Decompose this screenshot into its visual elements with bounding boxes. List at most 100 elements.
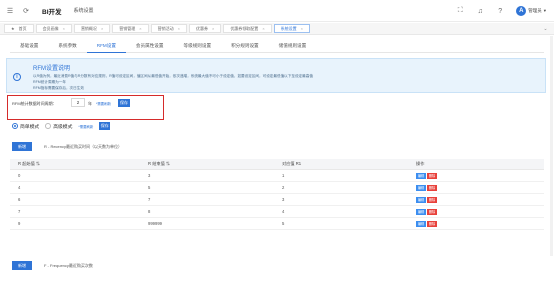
tab-level-rules[interactable]: 等级规则设置 xyxy=(174,41,222,53)
close-icon[interactable]: × xyxy=(101,26,103,31)
refresh-icon[interactable]: ⟳ xyxy=(22,7,30,15)
edit-button[interactable]: 编辑 xyxy=(416,172,426,179)
table-row: 0 3 1 编辑 删除 xyxy=(10,170,544,182)
column-header[interactable]: R 起始值 ⇅ xyxy=(10,161,148,167)
page-tab[interactable]: 营销活动 × xyxy=(150,24,187,33)
page-tab[interactable]: 营销管理 × xyxy=(112,24,149,33)
tab-member-attributes[interactable]: 会员属性设置 xyxy=(126,41,174,53)
column-header[interactable]: R 结束值 ⇅ xyxy=(148,161,282,167)
cell-start: 0 xyxy=(18,173,21,178)
close-icon[interactable]: × xyxy=(212,26,214,31)
page-tab[interactable]: 营销概况 × xyxy=(73,24,111,33)
close-icon[interactable]: × xyxy=(139,26,141,31)
cell-score: 1 xyxy=(282,173,285,178)
row-actions: 编辑 删除 xyxy=(416,208,544,215)
notification-bell-icon[interactable]: ♫ xyxy=(476,7,484,15)
delete-button[interactable]: 删除 xyxy=(427,196,437,203)
page-tab[interactable]: 优惠券领取配置 × xyxy=(223,24,272,33)
info-icon: i xyxy=(13,73,21,81)
tab-system-params[interactable]: 系统参数 xyxy=(48,41,86,53)
top-header: ☰ ⟳ BI开发 系统设置 ⛶ ♫ ? A 管理员 ▾ xyxy=(0,0,554,22)
rfm-period-unit: 年 xyxy=(88,101,92,106)
column-header: 对应值 R1 xyxy=(282,161,302,166)
table-row: 6 7 3 编辑 删除 xyxy=(10,194,544,206)
cell-end: 8 xyxy=(148,209,151,214)
tab-points-rules[interactable]: 积分规则设置 xyxy=(221,41,269,53)
edit-button[interactable]: 编辑 xyxy=(416,220,426,227)
cell-start: 7 xyxy=(18,209,21,214)
cell-end: 3 xyxy=(148,173,151,178)
rfm-period-input[interactable]: 2 xyxy=(71,98,85,107)
close-icon[interactable]: × xyxy=(63,26,65,31)
rfm-period-label: RFM统计数据时间周期： xyxy=(12,101,57,106)
header-right: ⛶ ♫ ? A 管理员 ▾ xyxy=(456,0,546,22)
fullscreen-icon[interactable]: ⛶ xyxy=(456,7,464,15)
cell-end: 7 xyxy=(148,197,151,202)
f-add-button[interactable]: 新增 xyxy=(12,261,32,270)
row-actions: 编辑 删除 xyxy=(416,184,544,191)
rfm-period-note: *需要刷新 xyxy=(96,102,111,106)
mode-selector: 简单模式 高级模式 *需要刷新 保存 xyxy=(12,121,111,131)
r-add-button[interactable]: 新增 xyxy=(12,142,32,151)
info-line: 以R值为例，最近消费R值与R分数有对应规则，R值可设定区间，值区间从最低值开始，… xyxy=(33,74,313,78)
cell-end: 999999 xyxy=(148,221,162,226)
f-description: F - Frequency最近购买次数 xyxy=(44,263,93,268)
chevron-down-icon[interactable]: ⌄ xyxy=(541,24,550,33)
chevron-down-icon[interactable]: ▾ xyxy=(544,8,546,14)
tab-rfm-settings[interactable]: RFM设置 xyxy=(86,41,126,53)
radio-advanced-mode[interactable]: 高级模式 xyxy=(45,123,72,130)
radio-dot[interactable] xyxy=(12,123,18,129)
cell-start: 9 xyxy=(18,221,21,226)
rfm-period-highlight xyxy=(7,95,164,120)
column-header: 操作 xyxy=(416,161,425,166)
cell-score: 4 xyxy=(282,209,285,214)
page-tab-home[interactable]: ★ 首页 xyxy=(4,24,34,33)
row-actions: 编辑 删除 xyxy=(416,220,544,227)
mode-note: *需要刷新 xyxy=(78,124,94,129)
r-description: R - Recency最近购买时间（以天数为单位） xyxy=(44,144,123,149)
radio-dot[interactable] xyxy=(45,123,52,129)
page-tab-active[interactable]: 系统设置 × xyxy=(273,24,310,33)
scrollbar[interactable] xyxy=(550,36,553,256)
info-line: RFM指标需要保存后，次日生效 xyxy=(33,86,84,90)
help-icon[interactable]: ? xyxy=(496,7,504,15)
edit-button[interactable]: 编辑 xyxy=(416,196,426,203)
page-tab[interactable]: 优惠券 × xyxy=(188,24,222,33)
edit-button[interactable]: 编辑 xyxy=(416,184,426,191)
rfm-info-alert: i RFM设置说明 以R值为例，最近消费R值与R分数有对应规则，R值可设定区间，… xyxy=(6,58,546,93)
info-line: RFM统计周期为一年 xyxy=(33,80,66,84)
delete-button[interactable]: 删除 xyxy=(427,184,437,191)
radio-simple-mode[interactable]: 简单模式 xyxy=(12,123,39,130)
delete-button[interactable]: 删除 xyxy=(427,208,437,215)
row-actions: 编辑 删除 xyxy=(416,196,544,203)
app-brand: BI开发 xyxy=(42,8,62,16)
r-values-table: R 起始值 ⇅ R 结束值 ⇅ 对应值 R1 操作 0 3 1 编辑 删除 4 5… xyxy=(10,159,544,230)
cell-end: 5 xyxy=(148,185,151,190)
info-title: RFM设置说明 xyxy=(33,66,70,72)
tab-stored-value-rules[interactable]: 储值规则设置 xyxy=(269,41,317,53)
close-icon[interactable]: × xyxy=(262,26,264,31)
delete-button[interactable]: 删除 xyxy=(427,172,437,179)
table-row: 4 5 2 编辑 删除 xyxy=(10,182,544,194)
close-icon[interactable]: × xyxy=(301,26,303,31)
edit-button[interactable]: 编辑 xyxy=(416,208,426,215)
settings-tabs: 基础设置 系统参数 RFM设置 会员属性设置 等级规则设置 积分规则设置 储值规… xyxy=(10,41,544,53)
table-header: R 起始值 ⇅ R 结束值 ⇅ 对应值 R1 操作 xyxy=(10,159,544,170)
mode-save-button[interactable]: 保存 xyxy=(99,122,111,130)
header-left: ☰ ⟳ BI开发 系统设置 xyxy=(6,6,94,16)
menu-icon[interactable]: ☰ xyxy=(6,7,14,15)
page-tab[interactable]: 会员画像 × xyxy=(35,24,72,33)
rfm-period-save-button[interactable]: 保存 xyxy=(118,99,130,107)
tab-basic-settings[interactable]: 基础设置 xyxy=(10,41,48,53)
avatar[interactable]: A xyxy=(516,6,527,16)
cell-score: 2 xyxy=(282,185,285,190)
cell-start: 4 xyxy=(18,185,21,190)
user-name[interactable]: 管理员 xyxy=(528,8,542,14)
close-icon[interactable]: × xyxy=(178,26,180,31)
delete-button[interactable]: 删除 xyxy=(427,220,437,227)
current-section: 系统设置 xyxy=(73,8,94,14)
cell-score: 3 xyxy=(282,197,285,202)
row-actions: 编辑 删除 xyxy=(416,172,544,179)
cell-score: 5 xyxy=(282,221,285,226)
user-menu[interactable]: A 管理员 ▾ xyxy=(516,6,546,16)
